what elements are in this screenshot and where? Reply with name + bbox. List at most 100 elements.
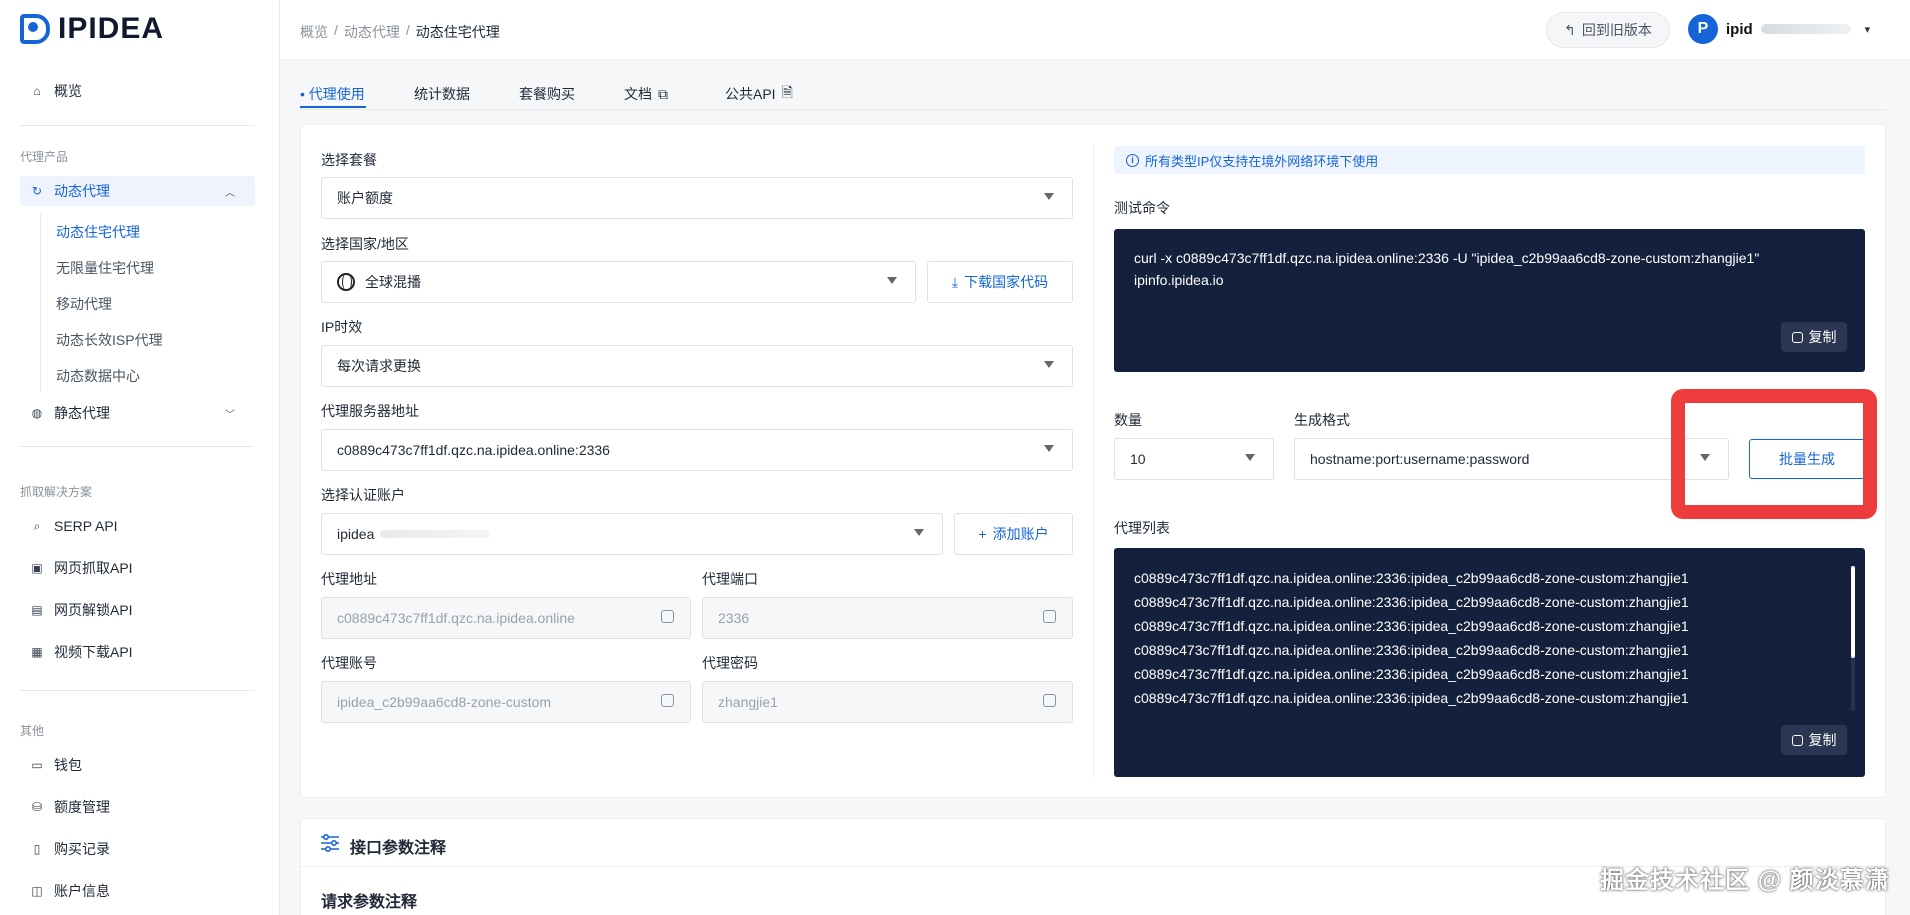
sidebar-item-web-unlock-api[interactable]: ▤ 网页解锁API	[20, 595, 255, 625]
proxy-address-value: c0889c473c7ff1df.qzc.na.ipidea.online	[337, 610, 575, 626]
region-select-value: 全球混播	[365, 274, 421, 290]
proxy-password-field[interactable]: zhangjie1	[702, 681, 1073, 723]
copy-icon	[1791, 331, 1803, 343]
sidebar-subitem-unlimited[interactable]: 无限量住宅代理	[56, 258, 154, 278]
region-select[interactable]: 全球混播	[321, 261, 916, 303]
breadcrumb-current: 动态住宅代理	[415, 24, 500, 40]
ip-duration-select[interactable]: 每次请求更换	[321, 345, 1073, 387]
proxy-username-label: 代理账号	[321, 655, 377, 671]
unlock-icon: ▤	[31, 603, 43, 617]
sidebar-item-label: 额度管理	[54, 799, 110, 815]
home-icon: ⌂	[33, 84, 41, 98]
sidebar-item-dynamic-proxy[interactable]: ↻ 动态代理 ︿	[20, 176, 255, 206]
proxy-port-field[interactable]: 2336	[702, 597, 1073, 639]
breadcrumb-separator: /	[334, 22, 338, 38]
copy-proxy-list-button[interactable]: 复制	[1781, 725, 1847, 755]
sidebar-item-label: 概览	[54, 83, 82, 99]
breadcrumb-item[interactable]: 概览	[300, 22, 328, 42]
caret-down-icon	[1245, 454, 1255, 461]
video-icon: ▦	[31, 645, 43, 659]
tab-label: 公共API	[725, 86, 776, 102]
sidebar-item-static-proxy[interactable]: ◍ 静态代理 ﹀	[20, 398, 255, 428]
auth-account-select[interactable]: ipidea	[321, 513, 943, 555]
avatar: P	[1688, 14, 1718, 44]
sidebar-item-quota[interactable]: ⛁ 额度管理	[20, 792, 255, 822]
copy-icon[interactable]	[1043, 694, 1056, 707]
tab-package-purchase[interactable]: 套餐购买	[519, 82, 624, 106]
copy-test-command-button[interactable]: 复制	[1781, 322, 1847, 352]
plus-icon: +	[978, 526, 987, 542]
tab-statistics[interactable]: 统计数据	[414, 82, 519, 106]
database-icon: ⛁	[31, 800, 43, 814]
sidebar-item-label: 钱包	[54, 757, 82, 773]
divider	[20, 690, 254, 691]
button-label: 添加账户	[992, 526, 1049, 542]
sidebar-item-purchase-history[interactable]: ▯ 购买记录	[20, 834, 255, 864]
ip-duration-label: IP时效	[321, 319, 363, 335]
active-tab-indicator	[300, 106, 366, 108]
server-address-select[interactable]: c0889c473c7ff1df.qzc.na.ipidea.online:23…	[321, 429, 1073, 471]
sidebar-item-video-download-api[interactable]: ▦ 视频下载API	[20, 637, 255, 667]
sidebar-item-wallet[interactable]: ▭ 钱包	[20, 750, 255, 780]
divider	[20, 125, 254, 126]
chevron-up-icon: ︿	[225, 187, 235, 199]
button-label: 下载国家代码	[964, 274, 1049, 290]
breadcrumb-item[interactable]: 动态代理	[344, 22, 400, 42]
proxy-list-item: c0889c473c7ff1df.qzc.na.ipidea.online:23…	[1134, 594, 1689, 610]
tab-label: 套餐购买	[519, 86, 575, 102]
package-select[interactable]: 账户额度	[321, 177, 1073, 219]
test-command-label: 测试命令	[1114, 200, 1170, 216]
section-label-other: 其他	[20, 724, 45, 738]
proxy-username-field[interactable]: ipidea_c2b99aa6cd8-zone-custom	[321, 681, 691, 723]
back-button-label: 回到旧版本	[1581, 22, 1652, 38]
sidebar-item-serp-api[interactable]: ⌕ SERP API	[20, 511, 255, 541]
sidebar-item-label: 视频下载API	[54, 644, 133, 660]
sidebar-subitem-isp[interactable]: 动态长效ISP代理	[56, 330, 163, 350]
scrollbar-thumb[interactable]	[1851, 566, 1855, 658]
download-icon: ⤓	[951, 273, 959, 290]
quantity-select[interactable]: 10	[1114, 438, 1274, 480]
receipt-icon: ▯	[33, 842, 41, 856]
column-divider	[1093, 144, 1094, 778]
section-label-scraping: 抓取解决方案	[20, 485, 93, 499]
sidebar-subitem-mobile[interactable]: 移动代理	[56, 294, 112, 314]
proxy-list-label: 代理列表	[1114, 520, 1170, 536]
copy-icon[interactable]	[661, 610, 674, 623]
sidebar-subitem-datacenter[interactable]: 动态数据中心	[56, 366, 140, 386]
copy-icon[interactable]	[1043, 610, 1056, 623]
sidebar-item-account-info[interactable]: ◫ 账户信息	[20, 876, 255, 906]
document-icon: 🗎	[781, 84, 793, 100]
download-country-codes-button[interactable]: ⤓ 下载国家代码	[927, 261, 1073, 303]
proxy-port-label: 代理端口	[702, 571, 758, 587]
sidebar-item-label: 静态代理	[54, 405, 110, 421]
add-account-button[interactable]: + 添加账户	[954, 513, 1073, 555]
batch-generate-button[interactable]: 批量生成	[1749, 439, 1865, 479]
proxy-address-field[interactable]: c0889c473c7ff1df.qzc.na.ipidea.online	[321, 597, 691, 639]
server-address-value: c0889c473c7ff1df.qzc.na.ipidea.online:23…	[337, 442, 610, 458]
logo[interactable]: IPIDEA	[20, 12, 164, 46]
button-label: 复制	[1808, 732, 1837, 748]
auth-account-value: ipidea	[337, 526, 375, 542]
browser-icon: ▣	[31, 561, 43, 575]
package-select-value: 账户额度	[337, 190, 393, 206]
sidebar-item-overview[interactable]: ⌂ 概览	[20, 76, 255, 106]
user-menu[interactable]: P ipid ▾	[1688, 14, 1870, 44]
back-to-old-version-button[interactable]: ↰ 回到旧版本	[1546, 12, 1670, 48]
tab-proxy-usage[interactable]: • 代理使用	[300, 82, 414, 106]
caret-down-icon	[1044, 445, 1054, 452]
proxy-list-item: c0889c473c7ff1df.qzc.na.ipidea.online:23…	[1134, 690, 1689, 706]
sidebar-item-label: 账户信息	[54, 883, 110, 899]
proxy-password-value: zhangjie1	[718, 694, 778, 710]
logo-icon	[20, 14, 50, 44]
api-params-title: 接口参数注释	[350, 840, 447, 857]
copy-icon[interactable]	[661, 694, 674, 707]
quantity-label: 数量	[1114, 412, 1142, 428]
sidebar-subitem-residential[interactable]: 动态住宅代理	[56, 222, 140, 242]
format-label: 生成格式	[1294, 412, 1350, 428]
format-select[interactable]: hostname:port:username:password	[1294, 438, 1729, 480]
sidebar-item-web-scraping-api[interactable]: ▣ 网页抓取API	[20, 553, 255, 583]
proxy-list-box: c0889c473c7ff1df.qzc.na.ipidea.online:23…	[1114, 548, 1865, 777]
tab-docs[interactable]: 文档 ⧉	[624, 82, 725, 106]
tab-public-api[interactable]: 公共API 🗎	[725, 82, 793, 106]
sliders-icon	[321, 834, 339, 852]
